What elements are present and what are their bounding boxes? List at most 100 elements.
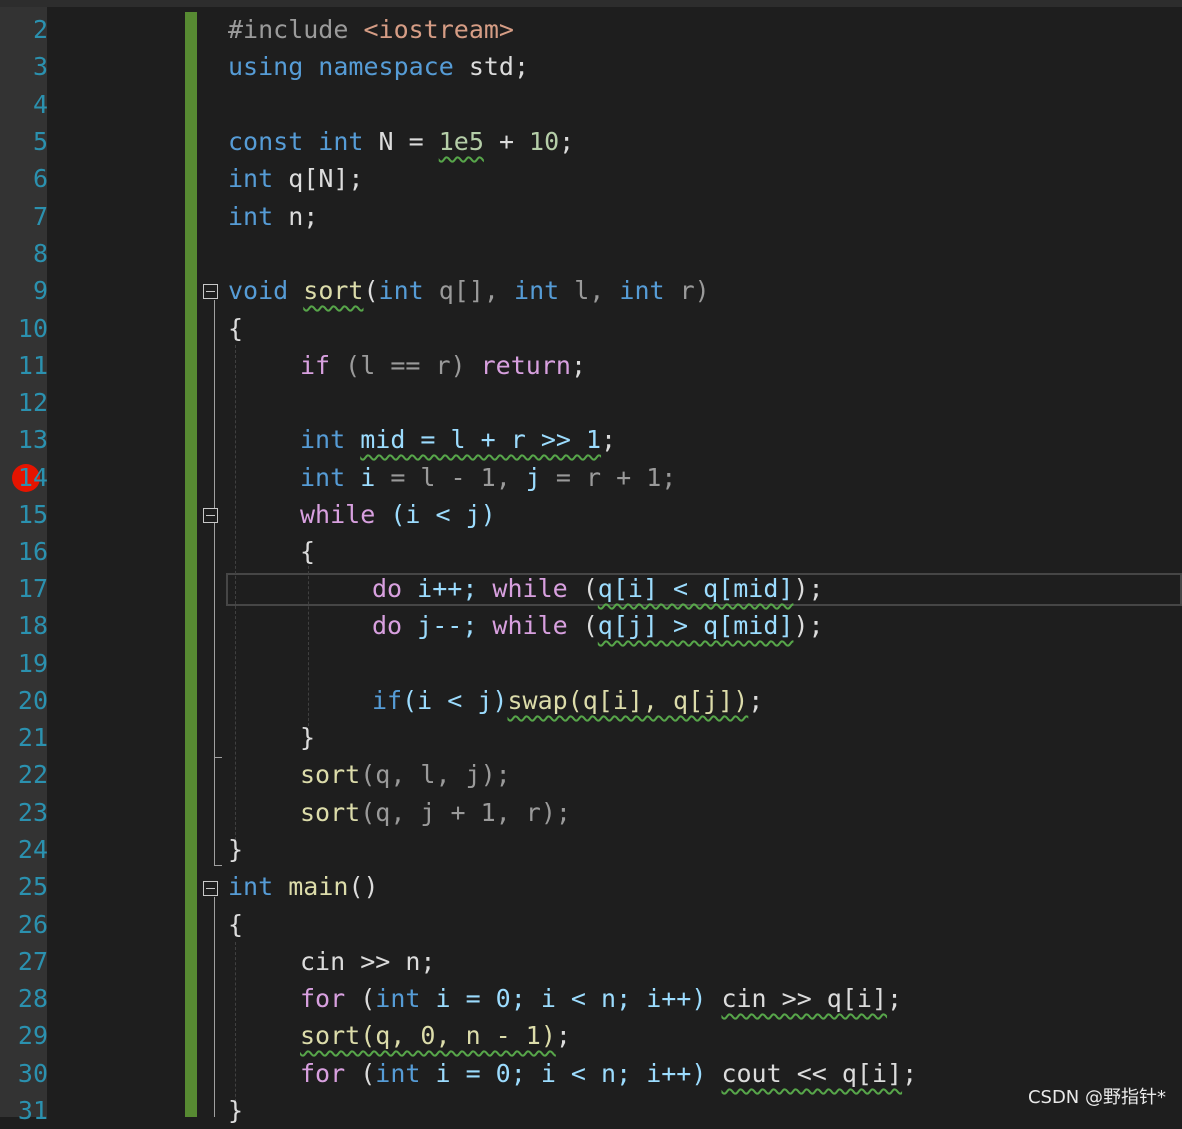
change-tracking-bar	[185, 12, 197, 1117]
identifier: N	[378, 127, 394, 156]
code-line: do j--; while (q[j] > q[mid]);	[372, 607, 824, 644]
control-keyword: while	[492, 574, 568, 603]
line-number: 29	[17, 1021, 48, 1050]
line-number: 15	[17, 500, 48, 529]
code-line: void sort(int q[], int l, int r)	[228, 272, 710, 309]
control-keyword: while	[300, 500, 376, 529]
line-number: 17	[17, 574, 48, 603]
expression: = l - 1,	[375, 463, 526, 492]
fold-line	[214, 897, 215, 1117]
expression: (i < j)	[402, 686, 508, 715]
watermark: CSDN @野指针*	[1027, 1087, 1166, 1108]
control-keyword: do	[372, 574, 403, 603]
line-number: 10	[17, 314, 48, 343]
keyword: int	[300, 463, 361, 492]
collapse-icon[interactable]	[203, 508, 218, 523]
control-keyword: return	[480, 351, 571, 380]
collapse-icon[interactable]	[203, 284, 218, 299]
code-line: if (l == r) return;	[300, 351, 586, 380]
expression: i = 0; i < n; i++)	[420, 984, 722, 1013]
identifier: n;	[288, 202, 319, 231]
code-line: int i = l - 1, j = r + 1;	[300, 459, 676, 496]
line-number: 23	[17, 798, 48, 827]
keyword: int	[375, 1059, 421, 1088]
line-number: 5	[32, 127, 48, 156]
indent-guide	[308, 566, 309, 726]
number-literal: 1e5	[438, 127, 484, 156]
keyword: int	[375, 984, 421, 1013]
keyword: int	[228, 202, 289, 231]
line-number: 26	[17, 910, 48, 939]
code-line: }	[228, 1096, 244, 1125]
code-line: {	[228, 314, 244, 343]
code-line: const int N = 1e5 + 10;	[228, 127, 575, 156]
identifier: i	[360, 463, 376, 492]
punctuation: (	[567, 611, 598, 640]
line-number: 12	[17, 388, 48, 417]
control-keyword: for	[300, 1059, 346, 1088]
keyword: int	[378, 276, 424, 305]
line-number: 4	[32, 90, 48, 119]
code-editor[interactable]: 2 3 4 5 6 7 8 9 10 11 12 13 14 15 16 17 …	[0, 0, 1182, 1125]
line-number-gutter	[47, 7, 185, 1117]
line-number: 3	[32, 52, 48, 81]
function-call: swap(q[i], q[j])	[507, 686, 749, 715]
function-call: sort	[300, 798, 361, 827]
expression: (i < j)	[375, 500, 496, 529]
code-line: }	[228, 835, 244, 864]
operator: =	[393, 127, 439, 156]
code-line: {	[228, 910, 244, 939]
keyword: const int	[228, 127, 379, 156]
code-line: sort(q, 0, n - 1);	[300, 1017, 571, 1054]
fold-line	[214, 524, 215, 757]
control-keyword: do	[372, 611, 403, 640]
indent-guide	[235, 345, 236, 855]
editor-top-bar	[0, 0, 1182, 7]
line-number: 27	[17, 947, 48, 976]
code-line: #include <iostream>	[228, 11, 514, 48]
code-line: while (i < j)	[300, 496, 496, 533]
function-call: sort	[300, 760, 361, 789]
keyword: int	[514, 276, 560, 305]
line-number: 28	[17, 984, 48, 1013]
number-literal: 10	[529, 127, 560, 156]
punctuation: );	[793, 574, 824, 603]
identifier: j	[525, 463, 541, 492]
expression: cin >> q[i]	[721, 984, 888, 1013]
keyword: int	[619, 276, 665, 305]
line-number: 11	[17, 351, 48, 380]
line-number: 18	[17, 611, 48, 640]
expression: mid = l + r >> 1	[360, 425, 602, 454]
line-number: 8	[32, 239, 48, 268]
fold-end	[214, 865, 222, 866]
punctuation: (	[345, 984, 376, 1013]
code-line: do i++; while (q[i] < q[mid]);	[372, 570, 824, 607]
line-number: 25	[17, 872, 48, 901]
line-number: 9	[32, 276, 48, 305]
punctuation: (	[567, 574, 598, 603]
line-number: 21	[17, 723, 48, 752]
header-name: <iostream>	[363, 15, 514, 44]
code-line: int q[N];	[228, 160, 363, 197]
code-line: using namespace std;	[228, 52, 530, 81]
line-number: 14	[17, 463, 48, 492]
expression: i = 0; i < n; i++)	[420, 1059, 722, 1088]
collapse-icon[interactable]	[203, 881, 218, 896]
code-line: sort(q, l, j);	[300, 756, 511, 793]
expression: (l == r)	[330, 351, 481, 380]
expression: = r + 1;	[540, 463, 677, 492]
parameter: r)	[664, 276, 710, 305]
code-line: int mid = l + r >> 1;	[300, 425, 617, 454]
punctuation: );	[793, 611, 824, 640]
code-line: if(i < j)swap(q[i], q[j]);	[372, 682, 763, 719]
line-number: 16	[17, 537, 48, 566]
code-line: int main()	[228, 868, 379, 905]
code-line: sort(q, j + 1, r);	[300, 794, 571, 831]
code-line: int n;	[228, 198, 318, 235]
arguments: (q, j + 1, r);	[360, 798, 571, 827]
indent-guide	[235, 942, 236, 1117]
fold-end	[214, 757, 222, 758]
line-number: 19	[17, 649, 48, 678]
line-number: 2	[32, 15, 48, 44]
line-number: 22	[17, 760, 48, 789]
